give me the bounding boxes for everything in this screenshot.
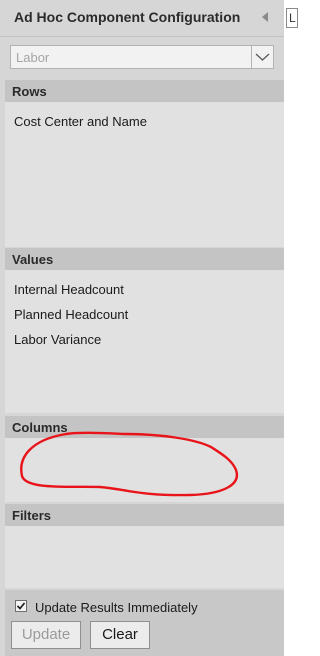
- update-immediately-checkbox[interactable]: [15, 600, 27, 612]
- values-item-labor-variance[interactable]: Labor Variance: [14, 332, 101, 347]
- rows-section-title: Rows: [12, 84, 47, 99]
- columns-section-header: Columns: [5, 416, 284, 438]
- update-immediately-label: Update Results Immediately: [35, 600, 198, 615]
- columns-drop-zone[interactable]: [5, 438, 284, 502]
- footer-bar: Update Results Immediately Update Clear: [5, 590, 284, 656]
- columns-section-title: Columns: [12, 420, 68, 435]
- rows-section-header: Rows: [5, 80, 284, 102]
- adjacent-field[interactable]: L: [286, 8, 298, 28]
- update-button[interactable]: Update: [11, 621, 81, 649]
- clear-button[interactable]: Clear: [90, 621, 150, 649]
- rows-drop-zone[interactable]: Cost Center and Name: [5, 102, 284, 247]
- values-section-title: Values: [12, 252, 54, 267]
- filters-section-header: Filters: [5, 504, 284, 526]
- values-section-header: Values: [5, 248, 284, 270]
- component-select[interactable]: Labor: [10, 45, 274, 69]
- ad-hoc-config-panel: Ad Hoc Component Configuration Labor Row…: [0, 0, 284, 656]
- panel-title: Ad Hoc Component Configuration: [14, 9, 241, 25]
- values-item-internal-headcount[interactable]: Internal Headcount: [14, 282, 124, 297]
- rows-item-cost-center[interactable]: Cost Center and Name: [14, 114, 147, 129]
- chevron-down-icon: [255, 53, 270, 61]
- filters-drop-zone[interactable]: [5, 526, 284, 588]
- values-drop-zone[interactable]: Internal Headcount Planned Headcount Lab…: [5, 270, 284, 413]
- collapse-arrow-icon[interactable]: [262, 12, 268, 22]
- panel-header: Ad Hoc Component Configuration: [0, 0, 284, 37]
- dropdown-button[interactable]: [251, 46, 273, 68]
- filters-section-title: Filters: [12, 508, 52, 523]
- checkmark-icon: [16, 602, 26, 610]
- values-item-planned-headcount[interactable]: Planned Headcount: [14, 307, 128, 322]
- component-select-value: Labor: [16, 50, 50, 65]
